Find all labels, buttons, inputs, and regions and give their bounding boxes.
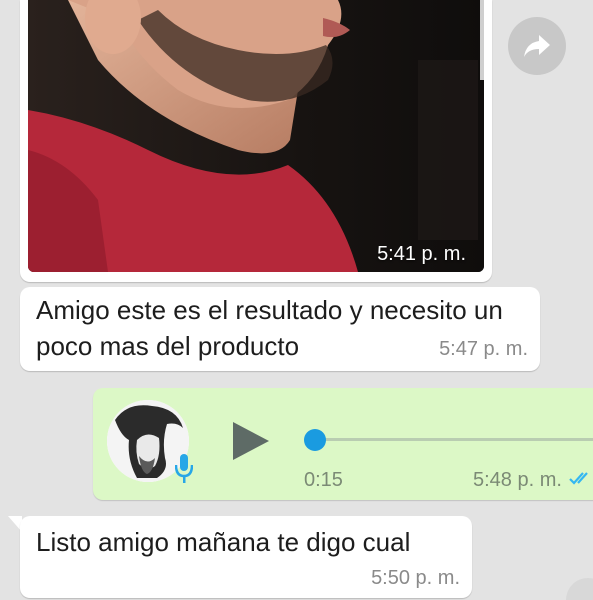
audio-duration: 0:15 — [304, 469, 343, 491]
incoming-text-message[interactable]: Amigo este es el resultado y necesito un… — [20, 287, 540, 371]
play-icon[interactable] — [233, 422, 269, 460]
message-time: 5:48 p. m. — [473, 469, 562, 491]
chat-area: 5:41 p. m. Amigo este es el resultado y … — [0, 0, 593, 600]
forward-arrow-icon — [524, 35, 550, 57]
outgoing-voice-message[interactable]: 0:15 5:48 p. m. — [93, 388, 593, 500]
forward-button[interactable] — [508, 17, 566, 75]
message-text: Listo amigo mañana te digo cual — [36, 527, 411, 557]
audio-seek-bar[interactable] — [315, 438, 593, 441]
message-time: 5:50 p. m. — [371, 567, 460, 589]
audio-seek-handle[interactable] — [304, 429, 326, 451]
microphone-icon — [174, 454, 194, 489]
image-message-bubble[interactable]: 5:41 p. m. — [20, 0, 492, 282]
photo-attachment[interactable]: 5:41 p. m. — [28, 0, 484, 272]
incoming-text-message[interactable]: Listo amigo mañana te digo cual 5:50 p. … — [20, 516, 472, 598]
photo-image — [28, 0, 484, 272]
message-time: 5:41 p. m. — [377, 243, 466, 265]
message-time: 5:47 p. m. — [439, 338, 528, 360]
double-check-icon — [569, 470, 593, 491]
scroll-down-button[interactable] — [566, 578, 593, 600]
